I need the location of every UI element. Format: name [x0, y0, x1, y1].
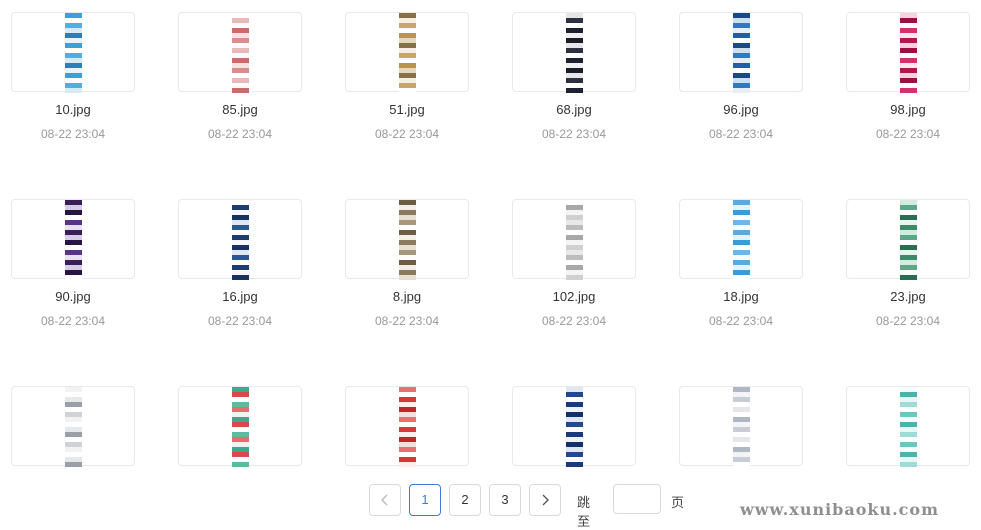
thumbnail-frame[interactable]	[345, 386, 469, 467]
file-name[interactable]: 90.jpg	[11, 289, 135, 304]
page-button-3[interactable]: 3	[489, 484, 521, 516]
file-name[interactable]: 16.jpg	[178, 289, 302, 304]
jump-page-input[interactable]	[613, 484, 661, 514]
page-suffix-label: 页	[671, 495, 685, 510]
thumbnail-frame[interactable]	[11, 199, 135, 280]
file-date: 08-22 23:04	[40, 314, 106, 328]
file-date: 08-22 23:04	[708, 127, 774, 141]
thumbnail-image	[900, 200, 917, 280]
thumbnail-image	[566, 387, 583, 467]
file-date: 08-22 23:04	[541, 127, 607, 141]
file-name[interactable]: 85.jpg	[178, 102, 302, 117]
thumbnail-image	[900, 387, 917, 467]
thumbnail-frame[interactable]	[178, 12, 302, 93]
thumbnail-image	[232, 387, 249, 467]
thumbnail-frame[interactable]	[846, 386, 970, 467]
thumbnail-frame[interactable]	[679, 386, 803, 467]
file-date: 08-22 23:04	[875, 314, 941, 328]
thumbnail-image	[65, 387, 82, 467]
thumbnail-image	[65, 200, 82, 280]
thumbnail-image	[733, 13, 750, 93]
file-name[interactable]: 51.jpg	[345, 102, 469, 117]
file-date: 08-22 23:04	[374, 127, 440, 141]
thumbnail-frame[interactable]	[345, 199, 469, 280]
thumbnail-image	[733, 387, 750, 467]
file-date: 08-22 23:04	[40, 127, 106, 141]
thumbnail-image	[232, 200, 249, 280]
thumbnail-image	[399, 200, 416, 280]
thumbnail-frame[interactable]	[11, 12, 135, 93]
thumbnail-frame[interactable]	[512, 199, 636, 280]
file-name[interactable]: 98.jpg	[846, 102, 970, 117]
file-name[interactable]: 96.jpg	[679, 102, 803, 117]
file-name[interactable]: 18.jpg	[679, 289, 803, 304]
thumbnail-image	[566, 200, 583, 280]
file-name[interactable]: 102.jpg	[512, 289, 636, 304]
thumbnail-frame[interactable]	[345, 12, 469, 93]
file-date: 08-22 23:04	[207, 127, 273, 141]
thumbnail-frame[interactable]	[11, 386, 135, 467]
thumbnail-image	[65, 13, 82, 93]
prev-page-button[interactable]	[369, 484, 401, 516]
file-date: 08-22 23:04	[708, 314, 774, 328]
page-button-1[interactable]: 1	[409, 484, 441, 516]
file-name[interactable]: 68.jpg	[512, 102, 636, 117]
thumbnail-frame[interactable]	[178, 386, 302, 467]
thumbnail-frame[interactable]	[512, 12, 636, 93]
chevron-left-icon	[381, 494, 388, 506]
file-date: 08-22 23:04	[541, 314, 607, 328]
thumbnail-image	[399, 387, 416, 467]
thumbnail-image	[399, 13, 416, 93]
thumbnail-image	[566, 13, 583, 93]
file-date: 08-22 23:04	[207, 314, 273, 328]
thumbnail-image	[900, 13, 917, 93]
next-page-button[interactable]	[529, 484, 561, 516]
thumbnail-frame[interactable]	[679, 12, 803, 93]
page-button-2[interactable]: 2	[449, 484, 481, 516]
thumbnail-image	[232, 13, 249, 93]
file-name[interactable]: 10.jpg	[11, 102, 135, 117]
thumbnail-frame[interactable]	[679, 199, 803, 280]
watermark: www.xunibaoku.com	[740, 500, 940, 519]
thumbnail-image	[733, 200, 750, 280]
file-date: 08-22 23:04	[875, 127, 941, 141]
thumbnail-frame[interactable]	[846, 199, 970, 280]
file-date: 08-22 23:04	[374, 314, 440, 328]
chevron-right-icon	[542, 494, 549, 506]
thumbnail-frame[interactable]	[178, 199, 302, 280]
file-name[interactable]: 23.jpg	[846, 289, 970, 304]
thumbnail-frame[interactable]	[846, 12, 970, 93]
file-name[interactable]: 8.jpg	[345, 289, 469, 304]
thumbnail-frame[interactable]	[512, 386, 636, 467]
jump-to-label: 跳至	[577, 495, 591, 529]
